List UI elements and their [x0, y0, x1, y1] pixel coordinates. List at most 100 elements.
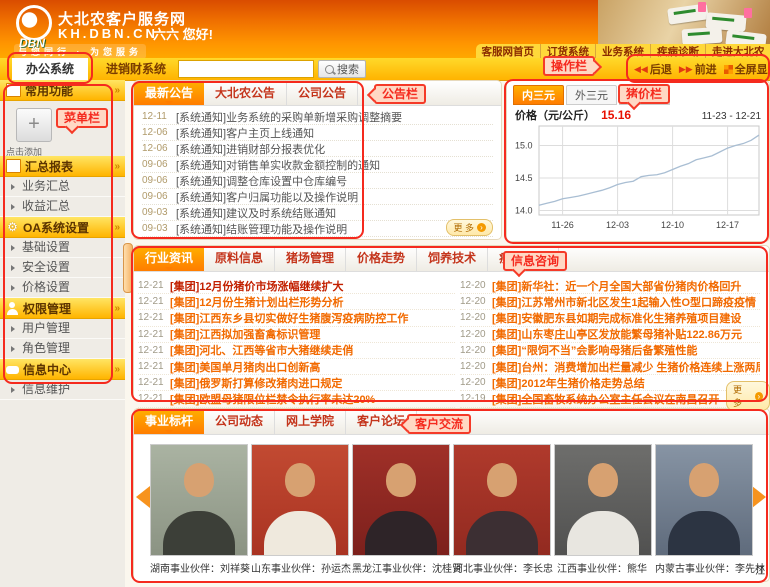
tab-internal-ternary[interactable]: 内三元: [513, 85, 564, 105]
news-link[interactable]: [集团]全国畜牧系统办公室主任会议在南昌召开: [492, 391, 719, 407]
sidebar-section-reports[interactable]: 汇总报表 »: [0, 156, 125, 177]
news-link[interactable]: [集团]欧盟母猪限位栏禁令执行率未达20%: [170, 391, 375, 407]
news-date: 12-20: [460, 345, 492, 356]
fullscreen-button[interactable]: 全屏显示: [724, 61, 770, 77]
sidebar-section-oa-settings[interactable]: ⚙ OA系统设置 »: [0, 217, 125, 238]
partner-photo[interactable]: [655, 444, 753, 556]
news-link[interactable]: [集团]2012年生猪价格走势总结: [492, 375, 645, 391]
sidebar-item-user-management[interactable]: 用户管理: [0, 319, 125, 339]
sidebar-section-info-center[interactable]: 信息中心 »: [0, 359, 125, 380]
carousel-prev-button[interactable]: [136, 486, 150, 508]
search-icon: [325, 65, 334, 74]
news-more-button[interactable]: 更 多›: [726, 381, 770, 411]
news-link[interactable]: [集团]新华社：近一个月全国大部省份猪肉价格回升: [492, 278, 741, 294]
news-link[interactable]: [集团]俄罗斯打算修改猪肉进口规定: [170, 375, 342, 391]
add-shortcut-button[interactable]: +: [16, 108, 52, 142]
partner-card: 江西事业伙伴：熊华: [554, 444, 650, 575]
partner-photo[interactable]: [352, 444, 450, 556]
annotation-label-pig-price-bar: 猪价栏: [618, 84, 670, 104]
notice-row: 12-06[系统通知]客户主页上线通知: [142, 125, 493, 141]
tab-online-academy[interactable]: 网上学院: [275, 409, 346, 434]
top-link-business[interactable]: 业务系统: [596, 44, 651, 59]
tab-office-system[interactable]: 办公系统: [12, 58, 88, 80]
news-link[interactable]: [集团]安徽肥东县如期完成标准化生猪养殖项目建设: [492, 310, 741, 326]
forward-icon: ▶▶: [679, 64, 693, 75]
news-link[interactable]: [集团]山东枣庄山亭区发放能繁母猪补贴122.86万元: [492, 327, 742, 343]
tab-price-trend[interactable]: 价格走势: [346, 246, 417, 271]
partner-caption: 黑龙江事业伙伴：沈桂贤: [352, 560, 448, 575]
top-link-home[interactable]: 客服网首页: [476, 44, 542, 59]
news-date: 12-21: [138, 377, 170, 388]
tab-farm-management[interactable]: 猪场管理: [275, 246, 346, 271]
notice-link[interactable]: [系统通知]业务系统的采购单新增采购调整摘要: [176, 109, 402, 125]
tab-latest-notices[interactable]: 最新公告: [134, 81, 204, 105]
tab-dbn-notices[interactable]: 大北农公告: [204, 81, 287, 105]
sidebar-item-basic-settings[interactable]: 基础设置: [0, 238, 125, 258]
sidebar-item-info-maintenance[interactable]: 信息维护: [0, 380, 125, 400]
sidebar-collapse-handle[interactable]: [123, 243, 133, 293]
latest-price-value: 15.16: [601, 108, 631, 122]
annotation-label-menu-bar: 菜单栏: [56, 108, 108, 128]
top-link-diagnosis[interactable]: 疾病诊断: [651, 44, 706, 59]
tab-material-info[interactable]: 原料信息: [204, 246, 275, 271]
news-date: 12-21: [138, 296, 170, 307]
notice-list: 12-11[系统通知]业务系统的采购单新增采购调整摘要 12-06[系统通知]客…: [134, 106, 501, 237]
sidebar-item-role-management[interactable]: 角色管理: [0, 339, 125, 359]
partner-photo[interactable]: [453, 444, 551, 556]
svg-text:15.0: 15.0: [515, 140, 533, 150]
date-range: 11-23 - 12-21: [702, 111, 761, 122]
tab-industry-news[interactable]: 行业资讯: [134, 246, 204, 271]
fullscreen-icon: [724, 65, 733, 74]
svg-text:12-03: 12-03: [606, 220, 629, 230]
notice-link[interactable]: [系统通知]调整仓库设置中仓库编号: [176, 173, 347, 189]
tab-external-ternary[interactable]: 外三元: [566, 85, 617, 105]
tab-jxc-system[interactable]: 进销财系统: [98, 58, 174, 80]
top-link-about[interactable]: 走进大北农: [706, 44, 770, 59]
sidebar-section-common[interactable]: 常用功能 »: [0, 80, 125, 101]
notice-row: 09-06[系统通知]调整仓库设置中仓库编号: [142, 173, 493, 189]
tab-company-news[interactable]: 公司动态: [204, 409, 275, 434]
partner-caption-partial: 江: [755, 562, 765, 577]
news-link[interactable]: [集团]江西东乡县切实做好生猪腹泻疫病防控工作: [170, 310, 408, 326]
carousel-next-button[interactable]: [752, 486, 766, 508]
news-date: 12-20: [460, 329, 492, 340]
user-icon: [6, 302, 19, 315]
sidebar-item-price-settings[interactable]: 价格设置: [0, 278, 125, 298]
tab-business-models[interactable]: 事业标杆: [134, 409, 204, 434]
news-date: 12-21: [138, 393, 170, 404]
notice-link[interactable]: [系统通知]建议及时系统结账通知: [176, 205, 336, 221]
news-link[interactable]: [集团]台州：消费增加出栏量减少 生猪价格连续上涨两周: [492, 359, 760, 375]
sidebar-section-permissions[interactable]: 权限管理 »: [0, 298, 125, 319]
news-row: 12-20[集团]新华社：近一个月全国大部省份猪肉价格回升: [460, 278, 760, 294]
partner-photo[interactable]: [554, 444, 652, 556]
news-link[interactable]: [集团]“限饲不当”会影响母猪后备繁殖性能: [492, 343, 697, 359]
sidebar-item-security-settings[interactable]: 安全设置: [0, 258, 125, 278]
news-link[interactable]: [集团]河北、江西等省市大猪继续走俏: [170, 343, 353, 359]
notice-date: 09-06: [142, 191, 176, 202]
back-button[interactable]: ◀◀后退: [634, 61, 672, 77]
search-input[interactable]: [178, 60, 314, 78]
sidebar-item-business-summary[interactable]: 业务汇总: [0, 177, 125, 197]
section-title: 信息中心: [23, 361, 71, 378]
tab-company-notices[interactable]: 公司公告: [287, 81, 358, 105]
tab-feeding-tech[interactable]: 饲养技术: [417, 246, 488, 271]
news-link[interactable]: [集团]12月份生猪计划出栏形势分析: [170, 294, 344, 310]
search-button[interactable]: 搜索: [318, 60, 366, 78]
notice-link[interactable]: [系统通知]客户归属功能以及操作说明: [176, 189, 358, 205]
news-row: 12-21[集团]欧盟母猪限位栏禁令执行率未达20%: [138, 391, 455, 407]
news-date: 12-19: [460, 393, 492, 404]
notice-more-button[interactable]: 更 多›: [446, 219, 493, 236]
news-link[interactable]: [集团]12月份猪价市场涨幅继续扩大: [170, 278, 344, 294]
chat-icon: [6, 366, 19, 374]
forward-button[interactable]: ▶▶前进: [679, 61, 717, 77]
notice-link[interactable]: [系统通知]结账管理功能及操作说明: [176, 221, 347, 237]
news-link[interactable]: [集团]江苏常州市新北区发生1起输入性O型口蹄疫疫情: [492, 294, 756, 310]
notice-link[interactable]: [系统通知]客户主页上线通知: [176, 125, 314, 141]
notice-link[interactable]: [系统通知]对销售单实收款金额控制的通知: [176, 157, 380, 173]
news-link[interactable]: [集团]美国单月猪肉出口创新高: [170, 359, 320, 375]
partner-photo[interactable]: [251, 444, 349, 556]
sidebar-item-income-summary[interactable]: 收益汇总: [0, 197, 125, 217]
news-link[interactable]: [集团]江西拟加强畜禽标识管理: [170, 327, 320, 343]
partner-photo[interactable]: [150, 444, 248, 556]
notice-link[interactable]: [系统通知]进销财部分报表优化: [176, 141, 325, 157]
